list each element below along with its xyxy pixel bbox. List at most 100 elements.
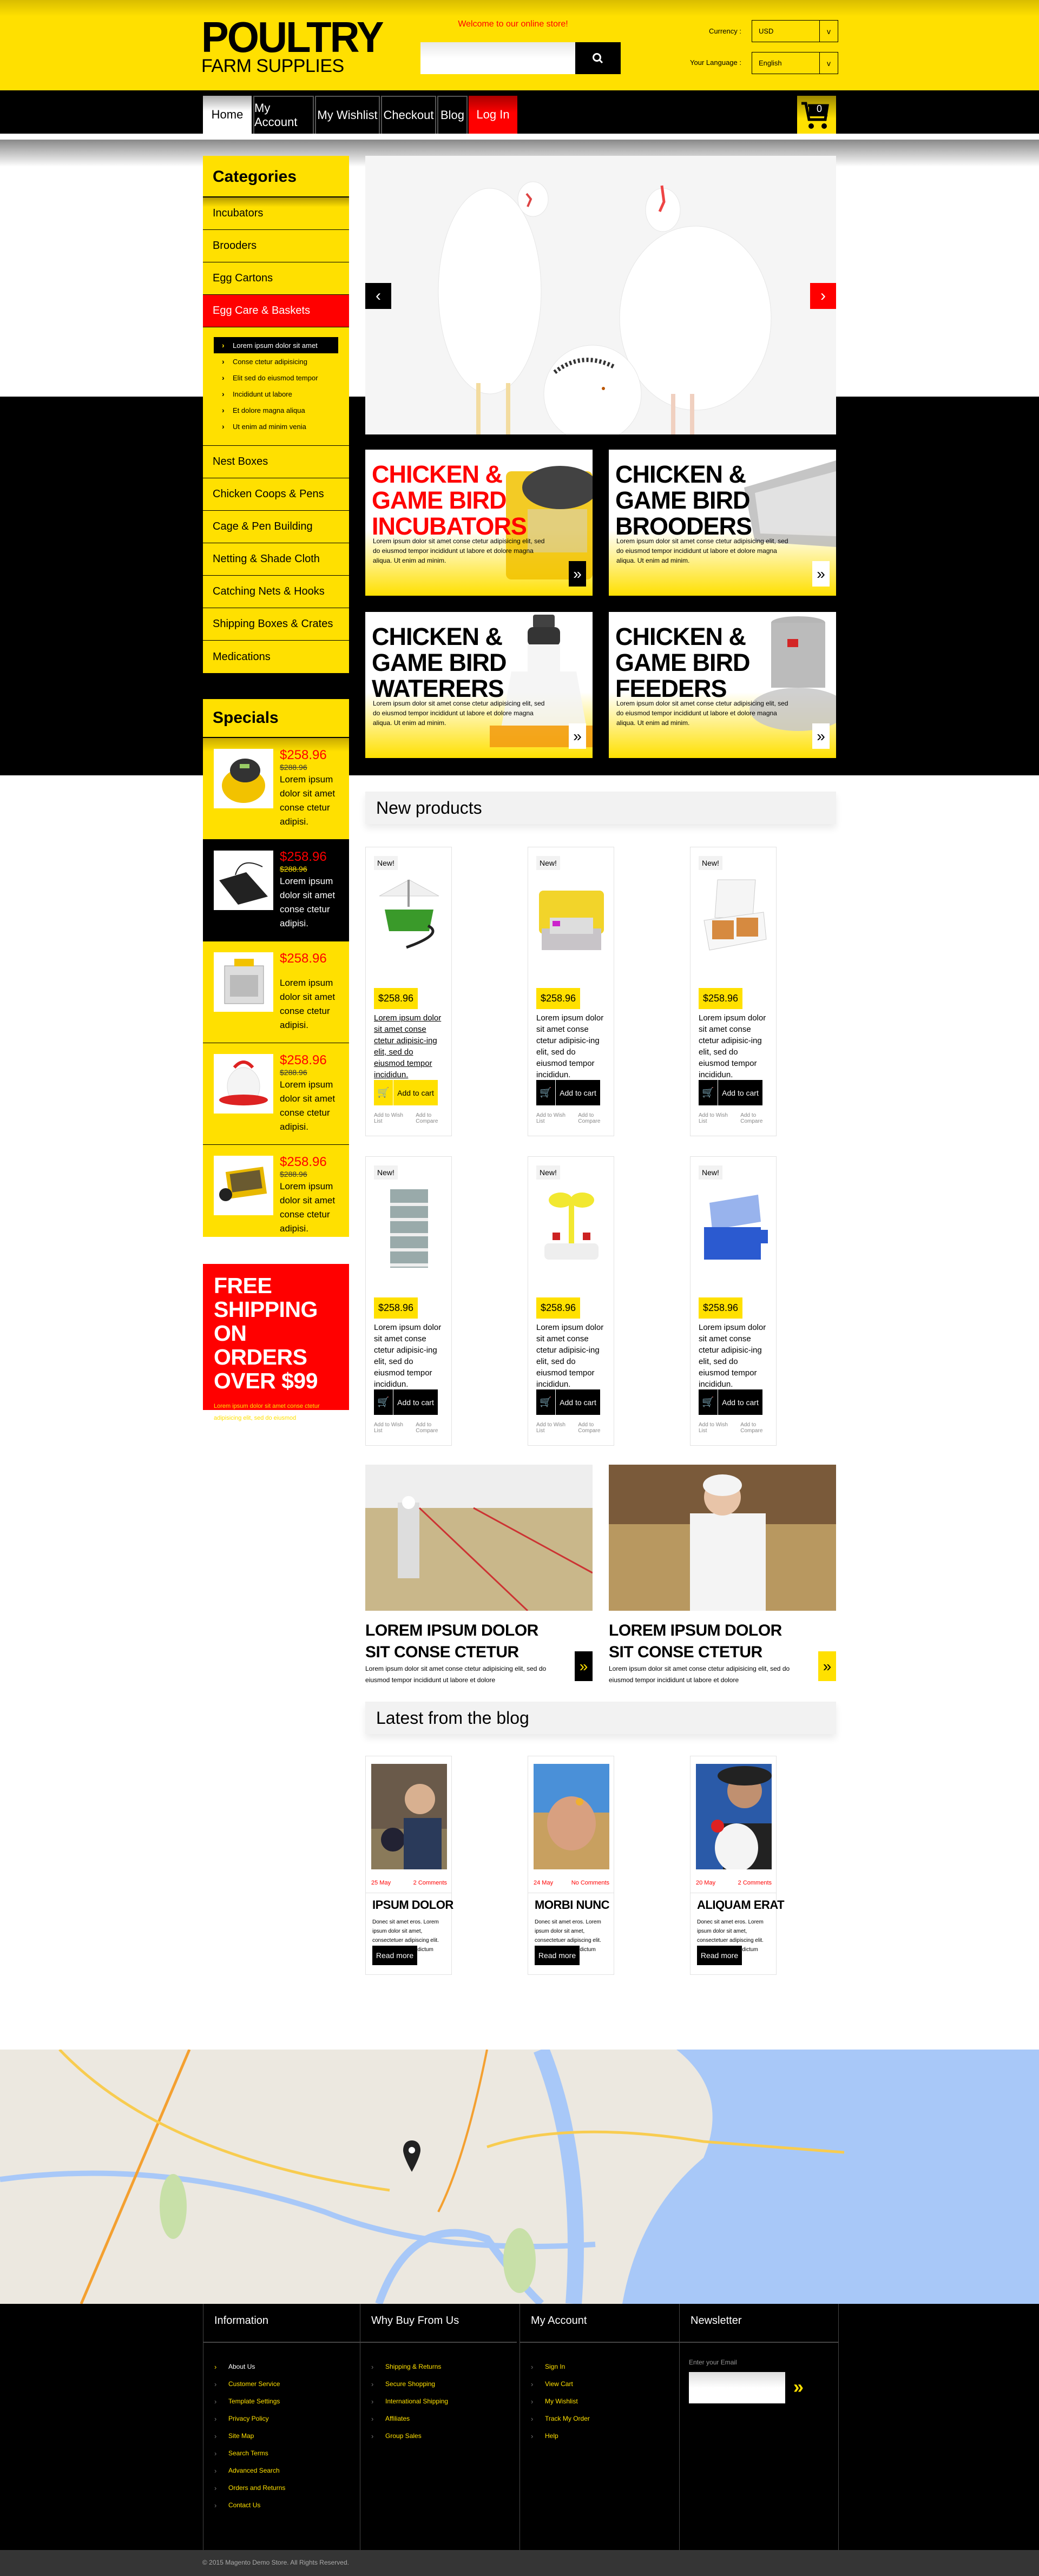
footer-link[interactable]: › Template Settings (214, 2393, 349, 2410)
category-item[interactable]: Netting & Shade Cloth (203, 543, 349, 576)
add-to-cart-button[interactable]: 🛒 Add to cart (536, 1389, 600, 1415)
add-to-compare-link[interactable]: Add to Compare (578, 1112, 614, 1124)
category-item[interactable]: Chicken Coops & Pens (203, 478, 349, 511)
category-item[interactable]: Nest Boxes (203, 446, 349, 478)
product-image[interactable] (536, 864, 607, 972)
promo-arrow-button[interactable]: » (818, 1651, 836, 1681)
blog-image[interactable] (534, 1764, 609, 1869)
add-to-wishlist-link[interactable]: Add to Wish List (536, 1422, 571, 1434)
add-to-wishlist-link[interactable]: Add to Wish List (374, 1112, 409, 1124)
footer-link[interactable]: › Orders and Returns (214, 2479, 349, 2496)
banner-arrow-button[interactable]: » (569, 561, 586, 587)
add-to-wishlist-link[interactable]: Add to Wish List (699, 1112, 734, 1124)
read-more-button[interactable]: Read more (697, 1946, 742, 1965)
nav-login[interactable]: Log In (469, 96, 517, 134)
product-name-link[interactable]: Lorem ipsum dolor sit amet conse ctetur … (536, 1322, 607, 1390)
product-name-link[interactable]: Lorem ipsum dolor sit amet conse ctetur … (536, 1012, 607, 1081)
nav-checkout[interactable]: Checkout (381, 96, 436, 134)
category-item[interactable]: Cage & Pen Building (203, 511, 349, 543)
map-pin-icon[interactable] (403, 2140, 420, 2172)
nav-my-account[interactable]: My Account (253, 96, 314, 134)
nav-home[interactable]: Home (203, 96, 252, 134)
subcategory-item[interactable]: › Lorem ipsum dolor sit amet (214, 337, 338, 353)
add-to-wishlist-link[interactable]: Add to Wish List (374, 1422, 409, 1434)
slider-prev-button[interactable]: ‹ (365, 283, 391, 309)
blog-comments-link[interactable]: No Comments (571, 1880, 609, 1886)
read-more-button[interactable]: Read more (535, 1946, 580, 1965)
special-item[interactable]: $258.96 $288.96 Lorem ipsum dolor sit amet… (203, 1145, 349, 1237)
subcategory-item[interactable]: › Elit sed do eiusmod tempor (214, 370, 338, 386)
special-item[interactable]: $258.96 $288.96 Lorem ipsum dolor sit amet… (203, 1043, 349, 1145)
footer-link[interactable]: › About Us (214, 2358, 349, 2375)
category-banner-incubators[interactable]: CHICKEN & GAME BIRD INCUBATORS Lorem ips… (365, 450, 593, 596)
product-image[interactable] (214, 749, 273, 808)
add-to-compare-link[interactable]: Add to Compare (578, 1422, 614, 1434)
product-image[interactable] (699, 864, 769, 972)
product-image[interactable] (374, 864, 444, 972)
newsletter-submit-button[interactable]: » (793, 2377, 804, 2398)
footer-link[interactable]: › Advanced Search (214, 2462, 349, 2479)
add-to-cart-button[interactable]: 🛒 Add to cart (374, 1080, 438, 1105)
subcategory-item[interactable]: › Incididunt ut labore (214, 386, 338, 402)
blog-comments-link[interactable]: 2 Comments (413, 1880, 447, 1886)
special-item[interactable]: $258.96 Lorem ipsum dolor sit amet conse … (203, 941, 349, 1043)
add-to-cart-button[interactable]: 🛒 Add to cart (699, 1080, 762, 1105)
newsletter-email-input[interactable] (689, 2372, 785, 2403)
blog-image[interactable] (696, 1764, 772, 1869)
special-item[interactable]: $258.96 $288.96 Lorem ipsum dolor sit amet… (203, 840, 349, 941)
product-image[interactable] (536, 1173, 607, 1281)
free-shipping-banner[interactable]: FREE SHIPPING ON ORDERS OVER $99 Lorem i… (203, 1264, 349, 1421)
add-to-cart-button[interactable]: 🛒 Add to cart (699, 1389, 762, 1415)
product-image[interactable] (214, 952, 273, 1012)
cart-button[interactable]: 0 (797, 96, 836, 134)
blog-title[interactable]: ALIQUAM ERAT (697, 1898, 785, 1912)
category-item-active[interactable]: Egg Care & Baskets (203, 295, 349, 327)
promo-arrow-button[interactable]: » (575, 1651, 593, 1681)
product-image[interactable] (699, 1173, 769, 1281)
add-to-wishlist-link[interactable]: Add to Wish List (699, 1422, 734, 1434)
hero-slider[interactable] (365, 156, 836, 434)
logo-title[interactable]: POULTRY (201, 16, 384, 59)
product-name-link[interactable]: Lorem ipsum dolor sit amet conse ctetur … (374, 1322, 444, 1390)
product-image[interactable] (214, 1054, 273, 1114)
footer-link[interactable]: › Privacy Policy (214, 2410, 349, 2427)
footer-link[interactable]: › Track My Order (531, 2410, 668, 2427)
category-item[interactable]: Egg Cartons (203, 262, 349, 295)
blog-title[interactable]: IPSUM DOLOR (372, 1898, 453, 1912)
category-item[interactable]: Catching Nets & Hooks (203, 576, 349, 608)
add-to-cart-button[interactable]: 🛒 Add to cart (374, 1389, 438, 1415)
footer-link[interactable]: › International Shipping (371, 2393, 506, 2410)
search-button[interactable] (575, 42, 621, 74)
product-image[interactable] (214, 851, 273, 910)
add-to-compare-link[interactable]: Add to Compare (416, 1422, 451, 1434)
product-name-link[interactable]: Lorem ipsum dolor sit amet conse ctetur … (699, 1322, 769, 1390)
logo-subtitle[interactable]: FARM SUPPLIES (201, 56, 344, 76)
promo-block[interactable]: LOREM IPSUM DOLOR SIT CONSE CTETUR Lorem… (365, 1465, 593, 1686)
category-banner-waterers[interactable]: CHICKEN & GAME BIRD WATERERS Lorem ipsum… (365, 612, 593, 758)
add-to-wishlist-link[interactable]: Add to Wish List (536, 1112, 571, 1124)
blog-image[interactable] (371, 1764, 447, 1869)
search-input[interactable] (420, 42, 575, 74)
footer-link[interactable]: › Affiliates (371, 2410, 506, 2427)
product-image[interactable] (214, 1156, 273, 1215)
footer-link[interactable]: › My Wishlist (531, 2393, 668, 2410)
banner-arrow-button[interactable]: » (569, 723, 586, 749)
footer-link[interactable]: › Search Terms (214, 2445, 349, 2462)
slider-next-button[interactable]: › (810, 283, 836, 309)
subcategory-item[interactable]: › Et dolore magna aliqua (214, 402, 338, 418)
category-item[interactable]: Brooders (203, 230, 349, 262)
category-banner-brooders[interactable]: CHICKEN & GAME BIRD BROODERS Lorem ipsum… (609, 450, 836, 596)
blog-comments-link[interactable]: 2 Comments (738, 1880, 772, 1886)
category-item[interactable]: Shipping Boxes & Crates (203, 608, 349, 641)
add-to-cart-button[interactable]: 🛒 Add to cart (536, 1080, 600, 1105)
subcategory-item[interactable]: › Conse ctetur adipisicing (214, 353, 338, 370)
category-item[interactable]: Medications (203, 641, 349, 673)
category-item[interactable]: Incubators (203, 197, 349, 230)
add-to-compare-link[interactable]: Add to Compare (740, 1112, 776, 1124)
product-name-link[interactable]: Lorem ipsum dolor sit amet conse ctetur … (699, 1012, 769, 1081)
product-image[interactable] (374, 1173, 444, 1281)
footer-link[interactable]: › Group Sales (371, 2427, 506, 2445)
footer-link[interactable]: › Help (531, 2427, 668, 2445)
blog-title[interactable]: MORBI NUNC (535, 1898, 610, 1912)
nav-blog[interactable]: Blog (437, 96, 468, 134)
